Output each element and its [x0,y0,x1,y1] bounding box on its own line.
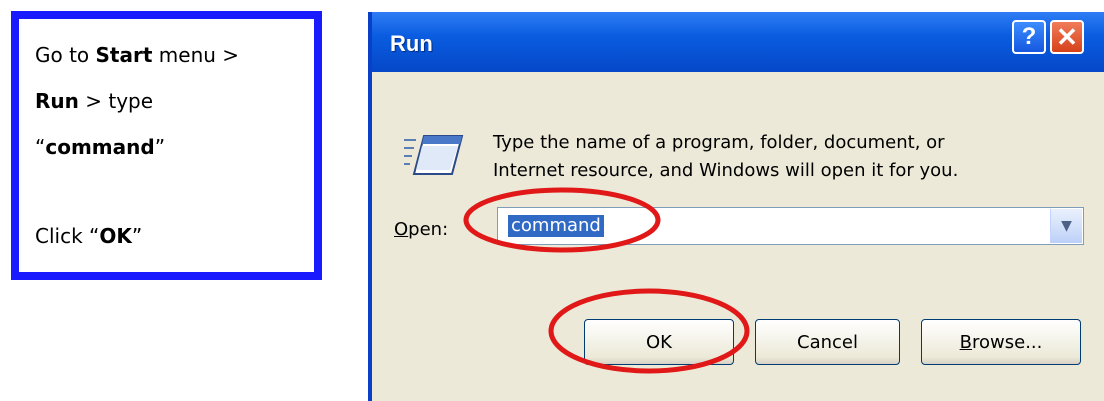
open-label: Open: [394,219,448,240]
instruction-bold: OK [99,224,132,248]
browse-button[interactable]: Browse... [921,319,1081,365]
instruction-text: ” [131,224,143,248]
run-program-icon [402,130,464,186]
close-icon[interactable]: ✕ [1050,20,1084,54]
help-glyph: ? [1021,23,1037,50]
instruction-text: “ [35,135,46,159]
dropdown-glyph: ▼ [1061,218,1072,234]
open-label-text: pen: [408,219,449,240]
browse-label: rowse... [972,331,1043,353]
instruction-line-4: Click “OK” [35,224,142,248]
close-glyph: ✕ [1056,21,1078,52]
cancel-label: Cancel [797,331,858,353]
cancel-button[interactable]: Cancel [755,319,900,365]
instruction-box: Go to Start menu > Run > type “command” … [11,11,322,280]
help-icon[interactable]: ? [1012,20,1046,54]
instruction-line-2: Run > type [35,89,153,113]
run-dialog: Run ? ✕ Type the name of a program, fold… [368,12,1104,401]
instruction-line-1: Go to Start menu > [35,43,239,67]
open-input-value[interactable]: command [508,215,604,237]
instruction-text: ” [154,135,166,159]
dialog-title: Run [390,31,433,56]
instruction-text: menu > [152,43,240,67]
description-line: Type the name of a program, folder, docu… [493,132,945,153]
title-bar[interactable]: Run ? ✕ [372,12,1104,72]
ok-label: OK [646,331,672,353]
instruction-text: Go to [35,43,96,67]
instruction-text: Click “ [35,224,100,248]
instruction-bold: Run [35,89,79,113]
browse-accelerator: B [959,331,972,353]
description-line: Internet resource, and Windows will open… [493,160,959,181]
instruction-bold: Start [95,43,153,67]
chevron-down-icon[interactable]: ▼ [1050,209,1082,243]
instruction-bold: command [45,135,155,159]
open-combobox[interactable]: command ▼ [497,207,1084,245]
dialog-description: Type the name of a program, folder, docu… [493,129,958,185]
ok-button[interactable]: OK [584,319,734,365]
open-accelerator: O [394,219,409,240]
instruction-line-3: “command” [35,135,165,159]
instruction-text: > type [78,89,154,113]
